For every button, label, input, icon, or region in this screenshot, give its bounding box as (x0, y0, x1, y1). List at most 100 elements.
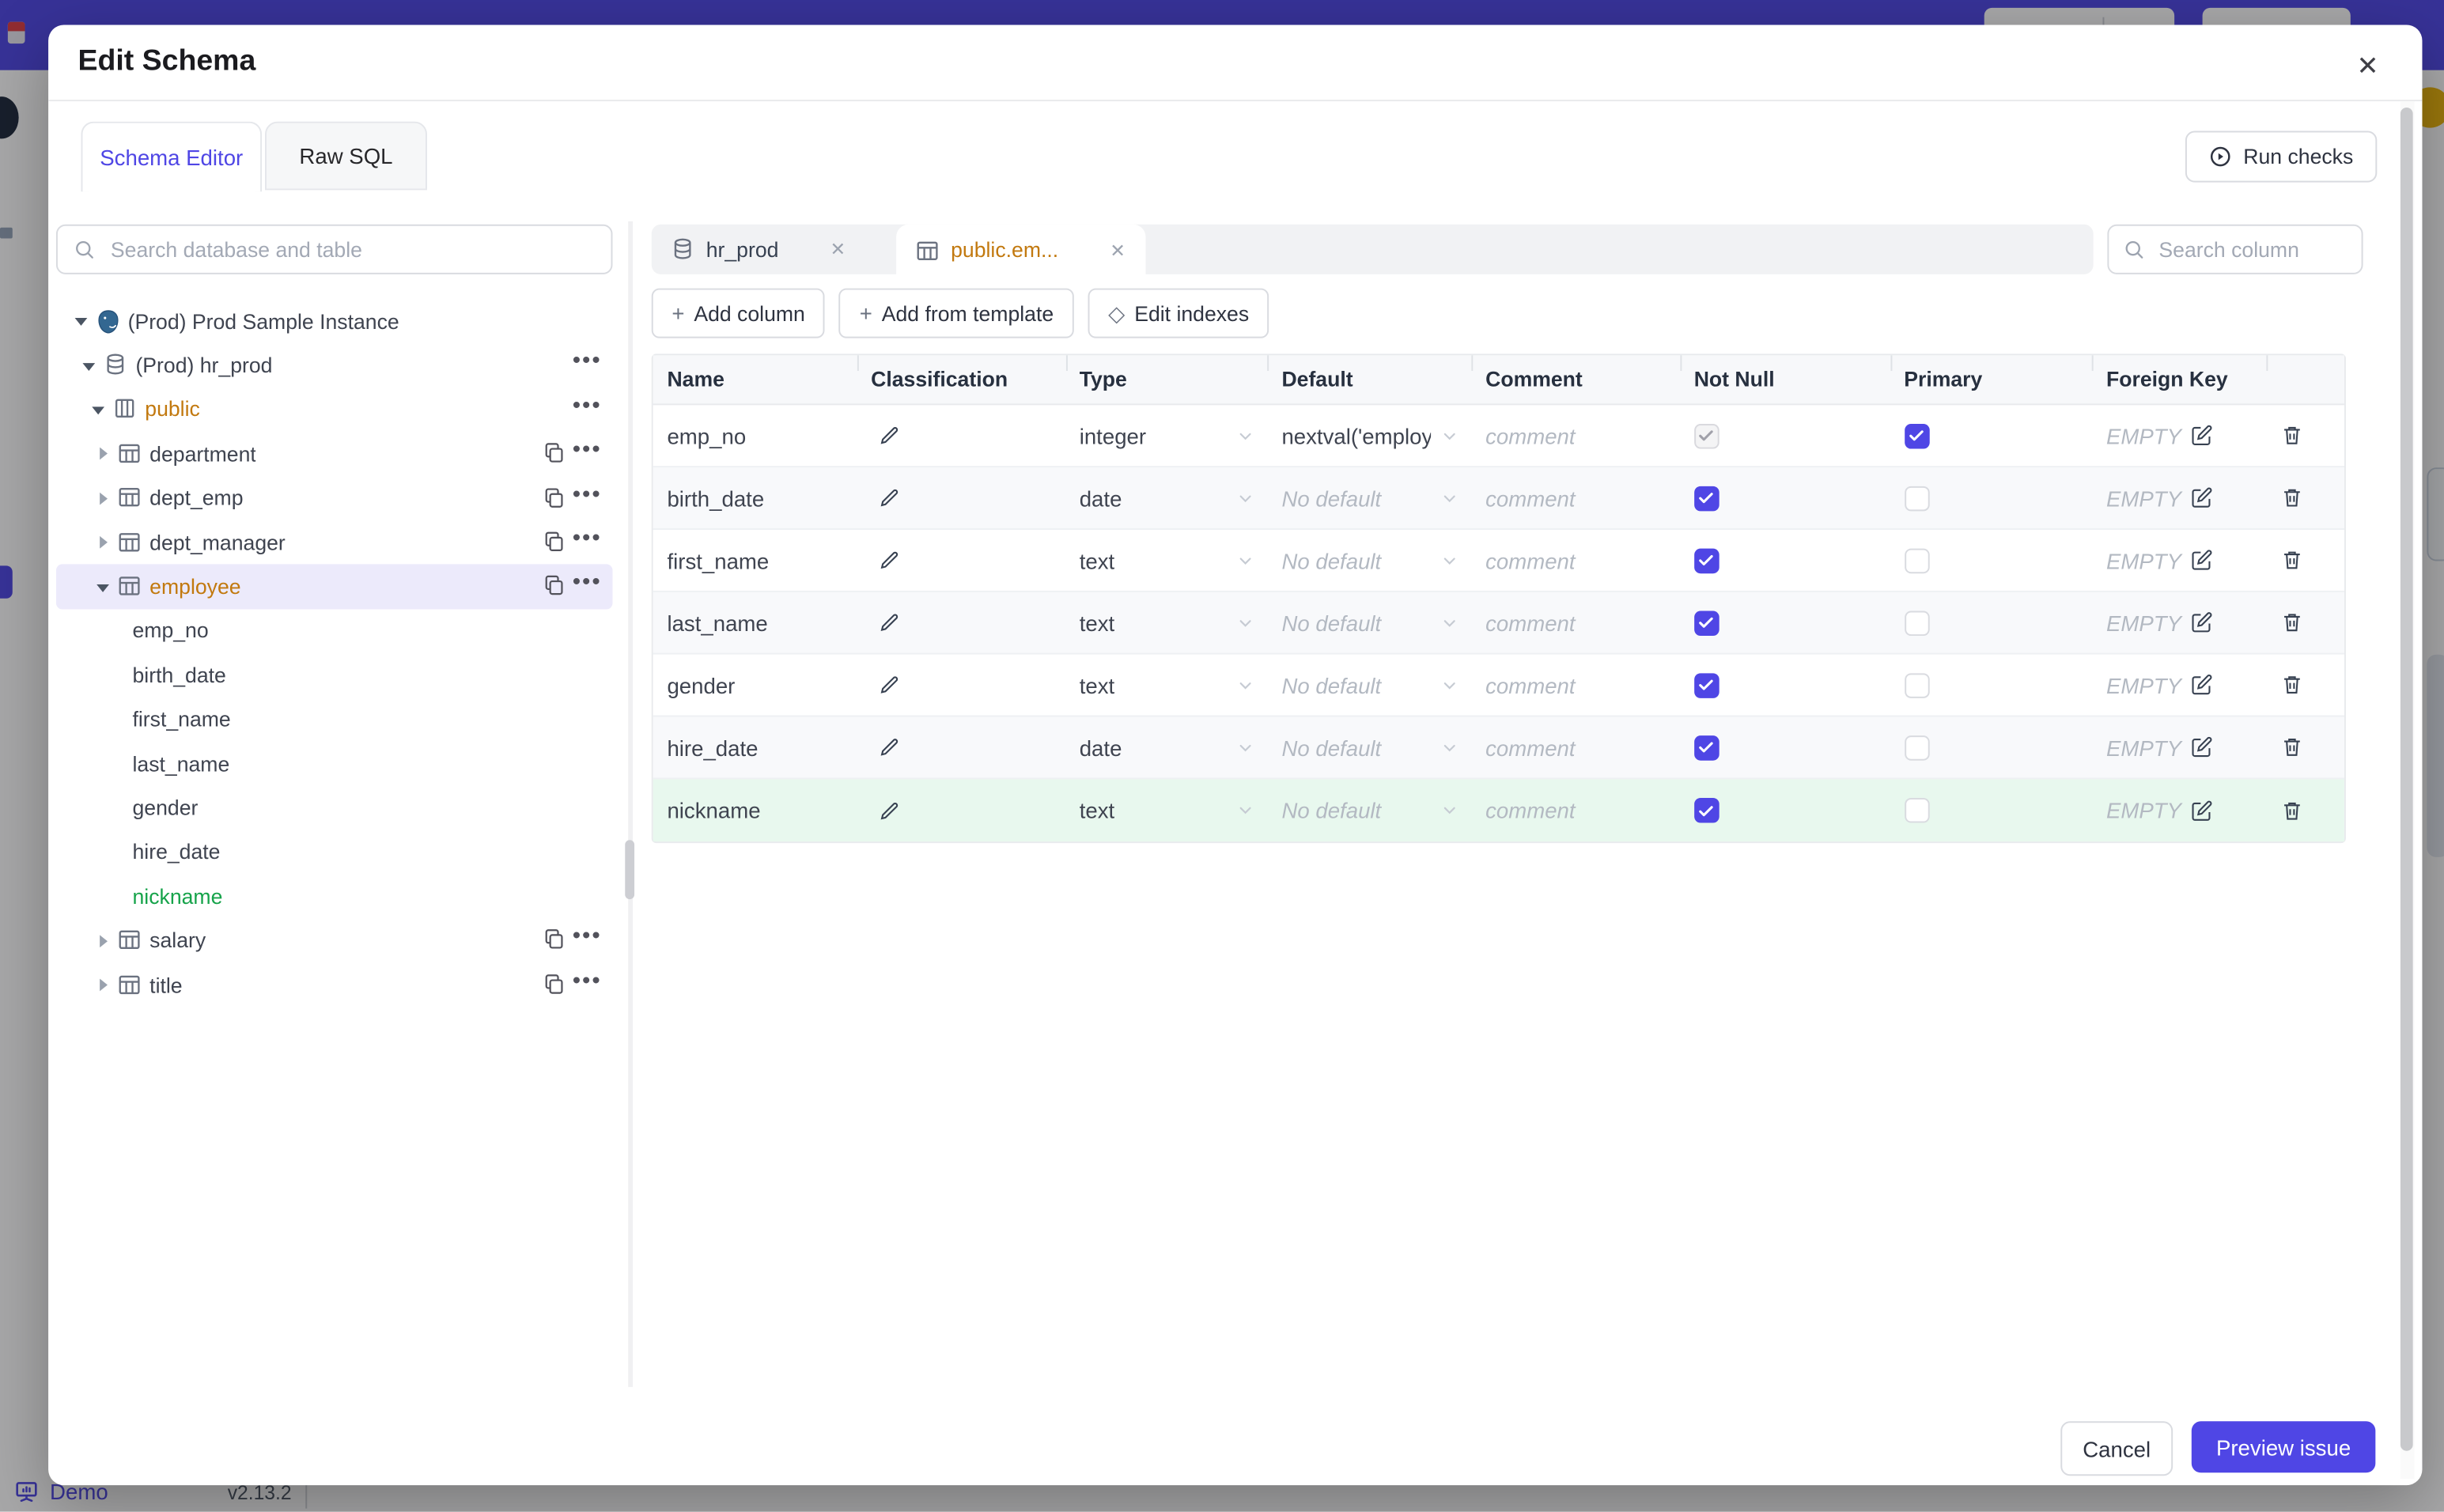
checkbox-unchecked[interactable] (1904, 547, 1929, 573)
checkbox-checked[interactable] (1693, 735, 1720, 760)
trash-icon[interactable] (2280, 549, 2304, 573)
add-column-button[interactable]: + Add column (651, 288, 826, 338)
caret-right-icon[interactable] (90, 973, 114, 997)
edit-foreign-key-icon[interactable] (2189, 611, 2213, 635)
preview-issue-button[interactable]: Preview issue (2191, 1421, 2376, 1473)
type-select[interactable]: text (1065, 779, 1268, 841)
checkbox-unchecked[interactable] (1904, 797, 1929, 823)
trash-icon[interactable] (2280, 424, 2304, 448)
checkbox-unchecked[interactable] (1904, 672, 1929, 697)
close-icon[interactable]: ✕ (2349, 48, 2386, 85)
tree-column-nickname[interactable]: nickname (56, 875, 613, 919)
copy-icon[interactable] (543, 530, 568, 555)
column-name-cell[interactable]: nickname (653, 779, 857, 841)
caret-right-icon[interactable] (90, 929, 114, 953)
tree-column-birth_date[interactable]: birth_date (56, 653, 613, 697)
checkbox-checked[interactable] (1693, 672, 1720, 697)
tree-column-gender[interactable]: gender (56, 786, 613, 830)
caret-right-icon[interactable] (90, 486, 114, 510)
default-select[interactable]: No default (1268, 717, 1472, 778)
comment-input[interactable]: comment (1471, 405, 1680, 466)
trash-icon[interactable] (2280, 735, 2304, 759)
default-select[interactable]: No default (1268, 467, 1472, 528)
type-select[interactable]: integer (1065, 405, 1268, 466)
checkbox-checked[interactable] (1693, 485, 1720, 511)
more-options-icon[interactable]: ••• (573, 924, 602, 951)
comment-input[interactable]: comment (1471, 467, 1680, 528)
more-options-icon[interactable]: ••• (573, 437, 602, 463)
caret-down-icon[interactable] (69, 310, 93, 334)
checkbox-unchecked[interactable] (1904, 735, 1929, 760)
copy-icon[interactable] (543, 574, 568, 599)
copy-icon[interactable] (543, 928, 568, 953)
default-select[interactable]: No default (1268, 655, 1472, 716)
column-name-cell[interactable]: hire_date (653, 717, 857, 778)
caret-right-icon[interactable] (90, 442, 114, 466)
sidebar-scrollbar-track[interactable] (628, 221, 634, 1387)
copy-icon[interactable] (543, 972, 568, 997)
tree-column-emp_no[interactable]: emp_no (56, 609, 613, 653)
tree-item--prod-hr_prod[interactable]: (Prod) hr_prod ••• (56, 343, 613, 387)
more-options-icon[interactable]: ••• (573, 392, 602, 419)
tree-column-hire_date[interactable]: hire_date (56, 830, 613, 875)
checkbox-checked[interactable] (1693, 610, 1720, 636)
column-search-input[interactable] (2155, 236, 2348, 263)
tree-item-employee[interactable]: employee ••• (55, 565, 613, 610)
trash-icon[interactable] (2280, 799, 2304, 822)
close-tab-icon[interactable]: ✕ (830, 239, 846, 261)
tree-item-department[interactable]: department ••• (56, 432, 613, 476)
tab-schema-editor[interactable]: Schema Editor (81, 121, 263, 192)
tree-column-last_name[interactable]: last_name (56, 742, 613, 786)
edit-foreign-key-icon[interactable] (2189, 424, 2213, 448)
caret-down-icon[interactable] (90, 575, 114, 599)
more-options-icon[interactable]: ••• (573, 348, 602, 375)
caret-down-icon[interactable] (85, 398, 109, 421)
pencil-icon[interactable] (877, 549, 901, 573)
type-select[interactable]: text (1065, 592, 1268, 653)
tree-item-public[interactable]: public ••• (56, 387, 613, 432)
tree-item-dept_emp[interactable]: dept_emp ••• (56, 476, 613, 520)
caret-down-icon[interactable] (77, 354, 100, 378)
checkbox-checked[interactable] (1904, 423, 1929, 448)
cancel-button[interactable]: Cancel (2060, 1421, 2173, 1476)
edit-indexes-button[interactable]: ◇ Edit indexes (1088, 288, 1269, 338)
pencil-icon[interactable] (877, 424, 901, 448)
edit-foreign-key-icon[interactable] (2189, 549, 2213, 573)
checkbox-unchecked[interactable] (1904, 485, 1929, 511)
copy-icon[interactable] (543, 441, 568, 467)
column-name-cell[interactable]: gender (653, 655, 857, 716)
column-name-cell[interactable]: last_name (653, 592, 857, 653)
add-from-template-button[interactable]: + Add from template (839, 288, 1074, 338)
pencil-icon[interactable] (877, 735, 901, 759)
modal-scrollbar-thumb[interactable] (2400, 107, 2413, 1451)
trash-icon[interactable] (2280, 673, 2304, 697)
edit-foreign-key-icon[interactable] (2189, 799, 2213, 822)
caret-right-icon[interactable] (90, 531, 114, 554)
type-select[interactable]: text (1065, 655, 1268, 716)
close-tab-icon[interactable]: ✕ (1110, 240, 1126, 262)
default-select[interactable]: No default (1268, 592, 1472, 653)
edit-foreign-key-icon[interactable] (2189, 673, 2213, 697)
pencil-icon[interactable] (877, 611, 901, 635)
comment-input[interactable]: comment (1471, 779, 1680, 841)
trash-icon[interactable] (2280, 486, 2304, 510)
trash-icon[interactable] (2280, 611, 2304, 635)
database-search-input[interactable] (107, 236, 596, 263)
checkbox-checked-disabled[interactable] (1693, 423, 1720, 448)
editor-tab-hr-prod[interactable]: hr_prod ✕ (652, 225, 896, 274)
more-options-icon[interactable]: ••• (573, 569, 602, 596)
column-name-cell[interactable]: emp_no (653, 405, 857, 466)
sidebar-scrollbar-thumb[interactable] (625, 840, 635, 900)
edit-foreign-key-icon[interactable] (2189, 735, 2213, 759)
tree-item--prod-prod-sample-instance[interactable]: (Prod) Prod Sample Instance (56, 299, 613, 343)
copy-icon[interactable] (543, 486, 568, 511)
more-options-icon[interactable]: ••• (573, 481, 602, 508)
editor-tab-public-employee[interactable]: public.em... ✕ (896, 224, 1146, 276)
column-name-cell[interactable]: first_name (653, 530, 857, 591)
default-select[interactable]: No default (1268, 530, 1472, 591)
type-select[interactable]: date (1065, 717, 1268, 778)
pencil-icon[interactable] (877, 799, 901, 822)
tab-raw-sql[interactable]: Raw SQL (265, 121, 427, 191)
pencil-icon[interactable] (877, 673, 901, 697)
checkbox-unchecked[interactable] (1904, 610, 1929, 636)
